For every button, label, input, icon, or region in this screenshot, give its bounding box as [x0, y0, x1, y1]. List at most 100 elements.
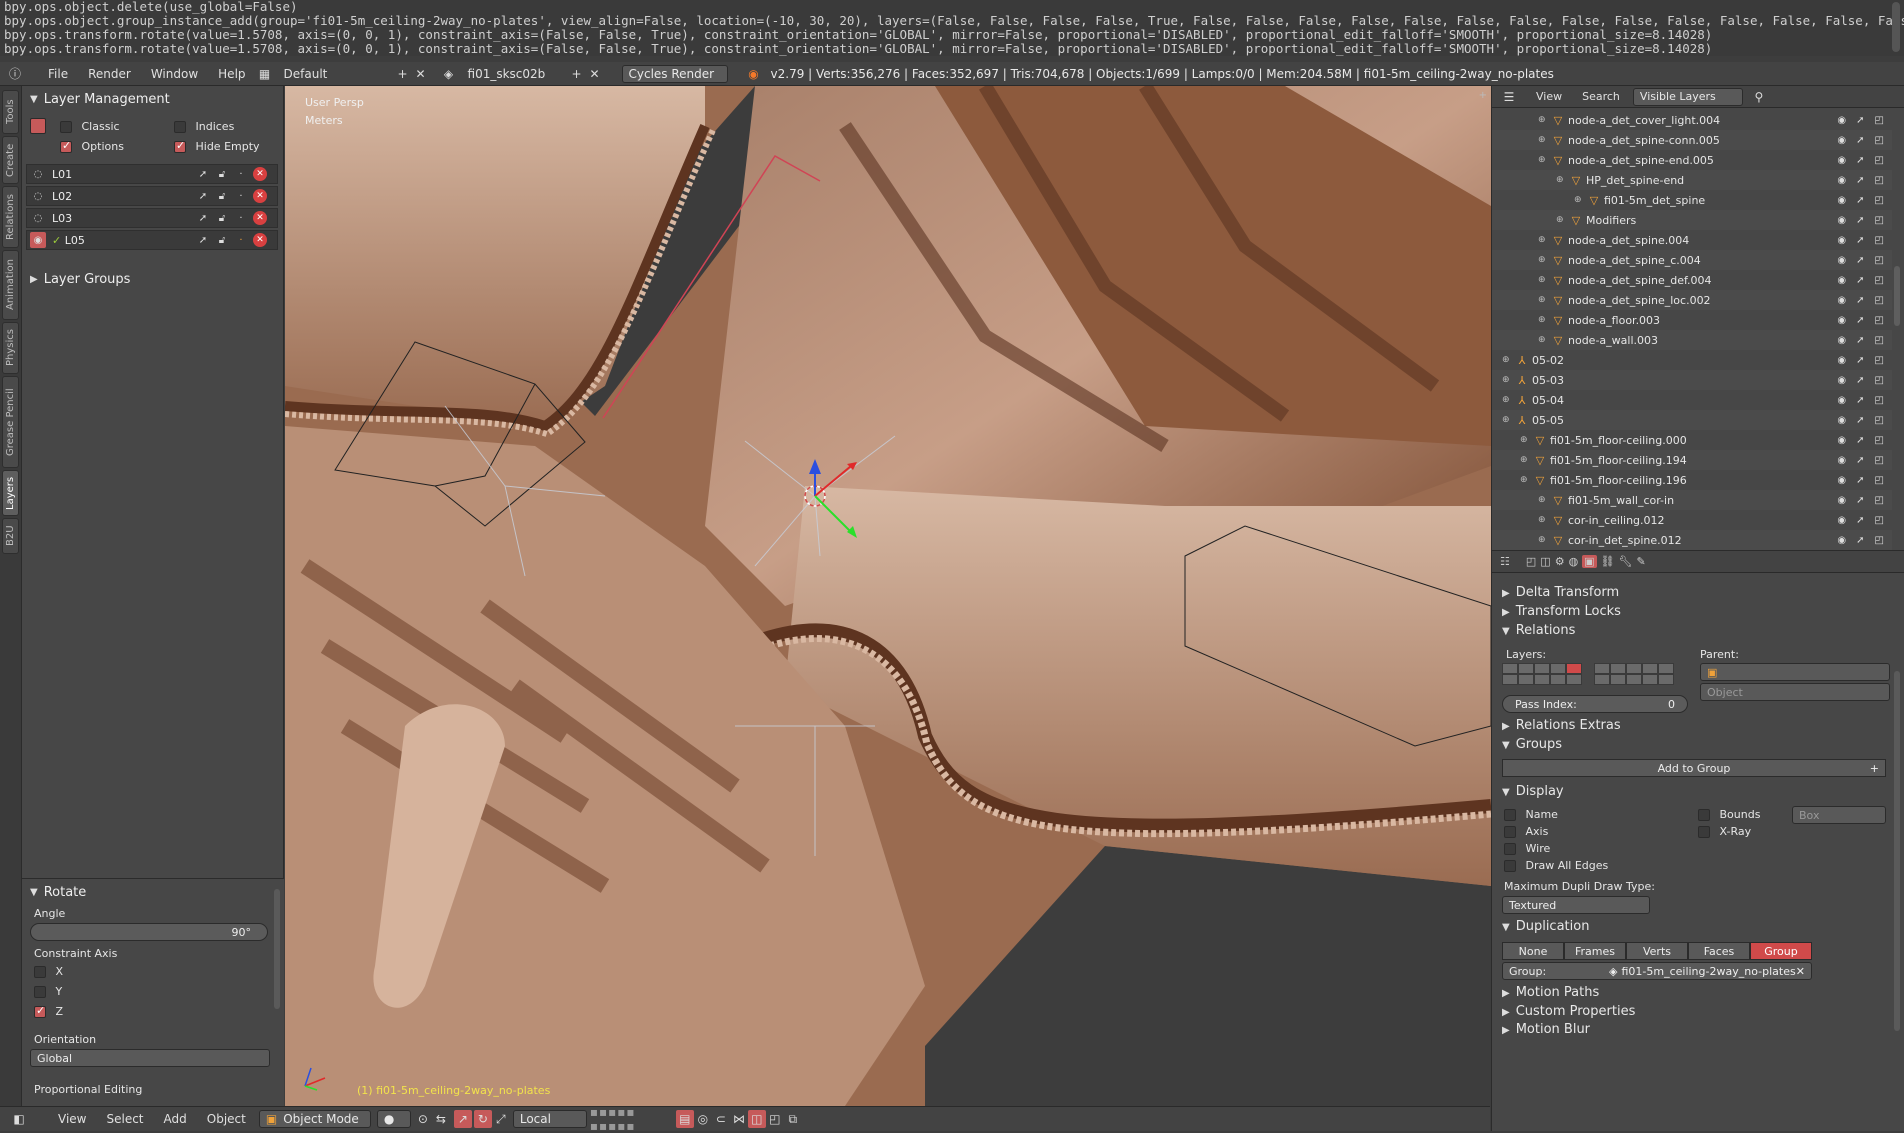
expand-toggle-icon[interactable]: ⊕	[1502, 355, 1514, 365]
outliner-row[interactable]: ⊕ ▽ node-a_floor.003 ◉ ➚ ◰	[1492, 310, 1892, 330]
outliner-item-name[interactable]: fi01-5m_wall_cor-in	[1568, 494, 1674, 507]
select-icon[interactable]: ➚	[195, 166, 211, 182]
render-camera-icon[interactable]: ◰	[1875, 335, 1884, 346]
outliner-row[interactable]: ⊕ ▽ fi01-5m_floor-ceiling.196 ◉ ➚ ◰	[1492, 470, 1892, 490]
outliner-row[interactable]: ⊕ ▽ node-a_wall.003 ◉ ➚ ◰	[1492, 330, 1892, 350]
select-icon[interactable]: ➚	[195, 188, 211, 204]
select-arrow-icon[interactable]: ➚	[1856, 175, 1864, 186]
render-camera-icon[interactable]: ◰	[1875, 295, 1884, 306]
eye-icon[interactable]: ◉	[1837, 235, 1846, 246]
axis-y-checkbox[interactable]	[34, 986, 46, 998]
select-arrow-icon[interactable]: ➚	[1856, 115, 1864, 126]
expand-toggle-icon[interactable]: ⊕	[1520, 455, 1532, 465]
layer-row-l01[interactable]: ◌ L01 ➚ 🔓︎ · ✕	[26, 164, 278, 184]
select-arrow-icon[interactable]: ➚	[1856, 435, 1864, 446]
lock-icon[interactable]: 🔓︎	[214, 166, 230, 182]
render-camera-icon[interactable]: ◰	[1875, 235, 1884, 246]
dup-none-button[interactable]: None	[1502, 942, 1564, 960]
properties-scrollbar[interactable]	[1894, 671, 1900, 1031]
expand-toggle-icon[interactable]: ⊕	[1574, 195, 1586, 205]
render-camera-icon[interactable]: ◰	[1875, 515, 1884, 526]
axis-x-checkbox[interactable]	[34, 966, 46, 978]
eye-icon[interactable]: ◉	[1837, 115, 1846, 126]
render-camera-icon[interactable]: ◰	[1875, 455, 1884, 466]
expand-toggle-icon[interactable]: ⊕	[1538, 255, 1550, 265]
tab-relations[interactable]: Relations	[2, 186, 19, 248]
expand-toggle-icon[interactable]: ⊕	[1538, 275, 1550, 285]
outliner-item-name[interactable]: 05-05	[1532, 414, 1564, 427]
orientation-select[interactable]: Global	[30, 1049, 270, 1067]
menu-help[interactable]: Help	[208, 67, 255, 81]
physics-tab-icon[interactable]: ✎	[1637, 555, 1646, 568]
outliner-row[interactable]: ⊕ ▽ Modifiers ◉ ➚ ◰	[1492, 210, 1892, 230]
outliner-filter-select[interactable]: Visible Layers	[1632, 87, 1743, 106]
expand-toggle-icon[interactable]: ⊕	[1556, 215, 1568, 225]
select-arrow-icon[interactable]: ➚	[1856, 335, 1864, 346]
world-tab-icon[interactable]: ◍	[1569, 555, 1579, 568]
select-arrow-icon[interactable]: ➚	[1856, 135, 1864, 146]
outliner-item-name[interactable]: node-a_det_spine-conn.005	[1568, 134, 1720, 147]
render-icon[interactable]: ·	[233, 188, 249, 204]
outliner-search-icon[interactable]: ⚲	[1750, 88, 1768, 106]
select-arrow-icon[interactable]: ➚	[1856, 475, 1864, 486]
select-arrow-icon[interactable]: ➚	[1856, 275, 1864, 286]
outliner-item-name[interactable]: cor-in_det_spine.012	[1568, 534, 1682, 547]
lock-icon[interactable]: 🔓︎	[214, 188, 230, 204]
properties-editor-icon[interactable]: ☷	[1500, 555, 1510, 568]
outliner-row[interactable]: ⊕ ▽ fi01-5m_wall_cor-in ◉ ➚ ◰	[1492, 490, 1892, 510]
outliner-editor-icon[interactable]: ☰	[1500, 88, 1518, 106]
outliner-row[interactable]: ⊕ ▽ fi01-5m_floor-ceiling.000 ◉ ➚ ◰	[1492, 430, 1892, 450]
console-scrollbar[interactable]	[1892, 2, 1900, 52]
eye-icon[interactable]: ◉	[30, 232, 46, 248]
select-arrow-icon[interactable]: ➚	[1856, 395, 1864, 406]
tab-create[interactable]: Create	[2, 136, 19, 184]
3d-viewport[interactable]: User Persp Meters (1) fi01-5m_ceiling-2w…	[285, 86, 1491, 1106]
render-camera-icon[interactable]: ◰	[1875, 215, 1884, 226]
outliner-menu-search[interactable]: Search	[1572, 90, 1630, 103]
render-tab-icon[interactable]: ◰	[1526, 555, 1536, 568]
remove-layout-button[interactable]: ✕	[412, 65, 430, 83]
expand-toggle-icon[interactable]: ⊕	[1538, 235, 1550, 245]
eye-icon[interactable]: ◉	[1837, 175, 1846, 186]
select-arrow-icon[interactable]: ➚	[1856, 195, 1864, 206]
indices-option[interactable]: Indices	[174, 120, 234, 133]
bounds-type-select[interactable]: Box	[1792, 806, 1886, 824]
expand-toggle-icon[interactable]: ⊕	[1502, 395, 1514, 405]
scale-manipulator-icon[interactable]: ⤢	[492, 1110, 510, 1128]
dup-group-field[interactable]: Group: ◈ fi01-5m_ceiling-2way_no-plates …	[1502, 962, 1812, 980]
select-arrow-icon[interactable]: ➚	[1856, 535, 1864, 546]
outliner-item-name[interactable]: node-a_det_spine-end.005	[1568, 154, 1714, 167]
tab-b2u[interactable]: B2U	[2, 518, 19, 554]
outliner-item-name[interactable]: node-a_det_spine_def.004	[1568, 274, 1712, 287]
render-camera-icon[interactable]: ◰	[1875, 395, 1884, 406]
render-camera-icon[interactable]: ◰	[1875, 315, 1884, 326]
eye-icon[interactable]: ◉	[1837, 375, 1846, 386]
render-camera-icon[interactable]: ◰	[1875, 155, 1884, 166]
scene-name[interactable]: fi01_sksc02b	[458, 67, 568, 81]
axis-x-option[interactable]: X	[34, 965, 63, 978]
outliner-item-name[interactable]: node-a_det_spine.004	[1568, 234, 1689, 247]
render-camera-icon[interactable]: ◰	[1875, 415, 1884, 426]
xray-checkbox[interactable]	[1698, 826, 1710, 838]
eye-icon[interactable]: ◌	[30, 188, 46, 204]
outliner-item-name[interactable]: 05-03	[1532, 374, 1564, 387]
tab-animation[interactable]: Animation	[2, 250, 19, 320]
select-icon[interactable]: ➚	[195, 232, 211, 248]
proportional-edit-icon[interactable]: ◎	[694, 1110, 712, 1128]
parent-field[interactable]: ▣	[1700, 663, 1890, 681]
expand-toggle-icon[interactable]: ⊕	[1556, 175, 1568, 185]
transform-orientation-select[interactable]: Local	[512, 1110, 587, 1128]
layer-mgmt-icon[interactable]	[30, 118, 46, 134]
eye-icon[interactable]: ◉	[1837, 255, 1846, 266]
render-layers-tab-icon[interactable]: ◫	[1540, 555, 1550, 568]
outliner-row[interactable]: ⊕ ⅄ 05-02 ◉ ➚ ◰	[1492, 350, 1892, 370]
snap-icon[interactable]: ⊂	[712, 1110, 730, 1128]
transform-locks-header[interactable]: ▶ Transform Locks	[1502, 604, 1621, 619]
options-checkbox[interactable]	[60, 139, 72, 153]
name-checkbox[interactable]	[1504, 809, 1516, 821]
delete-layer-icon[interactable]: ✕	[253, 233, 267, 247]
menu-window[interactable]: Window	[141, 67, 208, 81]
outliner-item-name[interactable]: fi01-5m_det_spine	[1604, 194, 1705, 207]
dup-verts-button[interactable]: Verts	[1626, 942, 1688, 960]
eye-icon[interactable]: ◌	[30, 166, 46, 182]
